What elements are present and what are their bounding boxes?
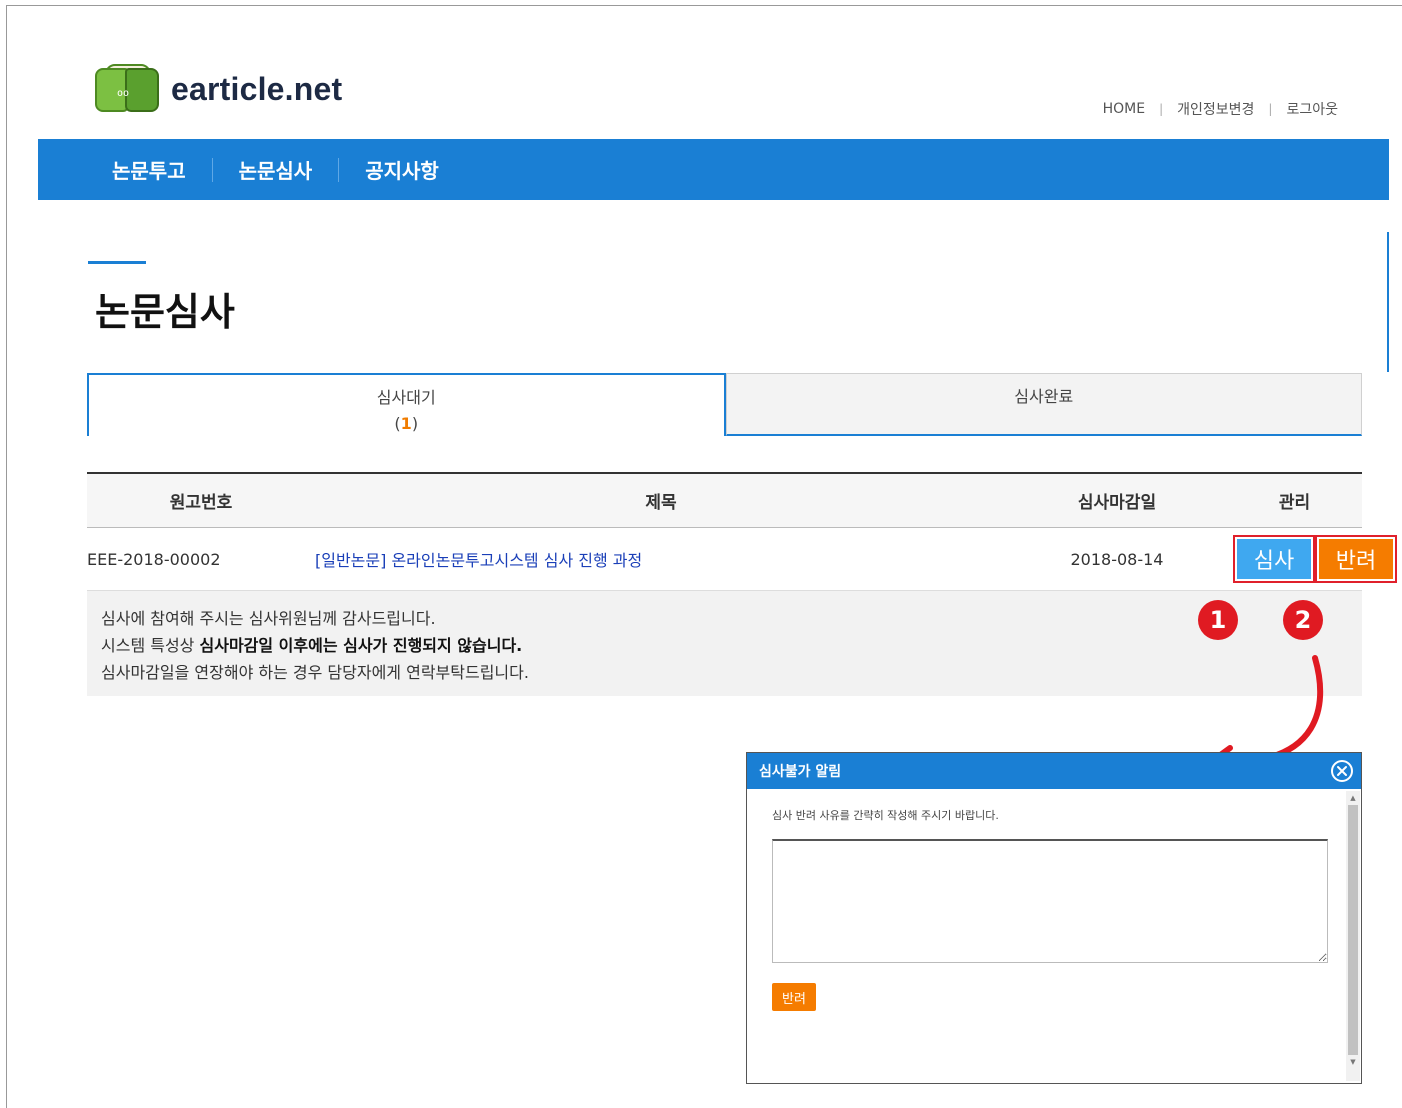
review-button[interactable]: 심사 <box>1237 539 1311 579</box>
notice-line-2-bold: 심사마감일 이후에는 심사가 진행되지 않습니다. <box>199 636 523 655</box>
logo-text: earticle.net <box>171 70 343 107</box>
step-marker-1: 1 <box>1198 600 1238 640</box>
close-icon[interactable] <box>1331 760 1353 782</box>
manage-cell: 심사 반려 <box>1227 535 1397 583</box>
return-reason-modal: 심사불가 알림 심사 반려 사유를 간략히 작성해 주시기 바랍니다. 반려 ▲… <box>746 752 1362 1084</box>
nav-item-submit[interactable]: 논문투고 <box>112 155 212 184</box>
notice-line-2: 시스템 특성상 심사마감일 이후에는 심사가 진행되지 않습니다. <box>101 636 523 655</box>
notice-line-1: 심사에 참여해 주시는 심사위원님께 감사드립니다. <box>101 609 436 628</box>
scroll-up-icon[interactable]: ▲ <box>1346 791 1360 805</box>
header-manuscript-id: 원고번호 <box>169 493 233 513</box>
tab-completed[interactable]: 심사완료 <box>725 373 1362 436</box>
nav-item-review[interactable]: 논문심사 <box>213 155 339 184</box>
logo-books-icon: oo <box>95 64 161 114</box>
review-button-highlight: 심사 <box>1233 535 1315 583</box>
scroll-thumb[interactable] <box>1348 805 1358 1055</box>
modal-header: 심사불가 알림 <box>747 753 1361 789</box>
scroll-accent <box>1387 232 1389 372</box>
logout-link[interactable]: 로그아웃 <box>1286 99 1338 119</box>
modal-return-button[interactable]: 반려 <box>772 983 816 1011</box>
tab-pending-count: (1) <box>394 414 419 433</box>
review-deadline: 2018-08-14 <box>1070 549 1164 569</box>
logo[interactable]: oo earticle.net <box>95 64 342 114</box>
tab-pending-label: 심사대기 <box>376 388 436 407</box>
page-title: 논문심사 <box>95 290 235 334</box>
frame-border-top <box>6 5 1402 6</box>
manuscript-id: EEE-2018-00002 <box>87 549 221 569</box>
header-manage: 관리 <box>1278 493 1311 513</box>
nav-item-notices[interactable]: 공지사항 <box>339 155 465 184</box>
table-row: EEE-2018-00002 [일반논문] 온라인논문투고시스템 심사 진행 과… <box>87 528 1397 591</box>
header-title: 제목 <box>645 493 677 513</box>
main-nav: 논문투고 논문심사 공지사항 <box>38 139 1389 200</box>
tab-completed-label: 심사완료 <box>1014 387 1074 406</box>
manuscript-title-link[interactable]: [일반논문] 온라인논문투고시스템 심사 진행 과정 <box>315 551 642 570</box>
return-reason-textarea[interactable] <box>772 839 1328 963</box>
notice-line-3: 심사마감일을 연장해야 하는 경우 담당자에게 연락부탁드립니다. <box>101 663 529 682</box>
return-button-highlight: 반려 <box>1315 535 1397 583</box>
scroll-down-icon[interactable]: ▼ <box>1346 1055 1360 1069</box>
pending-count: 1 <box>400 414 412 433</box>
modal-scrollbar[interactable]: ▲ ▼ <box>1346 791 1360 1081</box>
return-button[interactable]: 반려 <box>1319 539 1393 579</box>
review-table: 원고번호 제목 심사마감일 관리 EEE-2018-00002 [일반논문] 온… <box>87 472 1397 591</box>
title-accent-bar <box>88 261 146 264</box>
table-header: 원고번호 제목 심사마감일 관리 <box>87 472 1362 528</box>
review-tabs: 심사대기 (1) 심사완료 <box>87 373 1362 436</box>
manuscript-title-cell: [일반논문] 온라인논문투고시스템 심사 진행 과정 <box>315 547 1007 571</box>
step-marker-2: 2 <box>1283 600 1323 640</box>
home-link[interactable]: HOME <box>1103 101 1145 117</box>
link-separator: | <box>1268 102 1273 116</box>
modal-message: 심사 반려 사유를 간략히 작성해 주시기 바랍니다. <box>772 809 999 822</box>
modal-body: 심사 반려 사유를 간략히 작성해 주시기 바랍니다. 반려 ▲ ▼ <box>747 789 1361 1083</box>
notice-box: 심사에 참여해 주시는 심사위원님께 감사드립니다. 시스템 특성상 심사마감일… <box>87 591 1362 696</box>
profile-edit-link[interactable]: 개인정보변경 <box>1177 99 1254 119</box>
link-separator: | <box>1159 102 1164 116</box>
frame-border-left <box>6 5 7 1108</box>
tab-pending[interactable]: 심사대기 (1) <box>87 373 726 436</box>
top-links: HOME | 개인정보변경 | 로그아웃 <box>1103 99 1338 119</box>
modal-title: 심사불가 알림 <box>759 764 842 780</box>
header-deadline: 심사마감일 <box>1077 493 1157 513</box>
